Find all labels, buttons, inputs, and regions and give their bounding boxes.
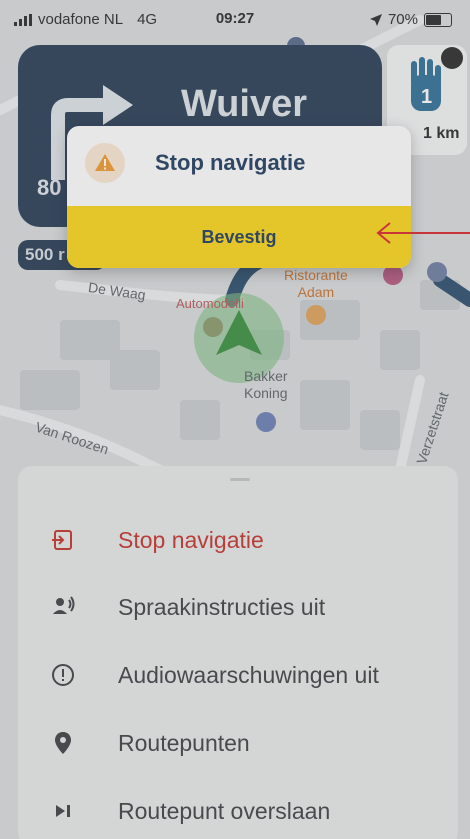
dialog-title: Stop navigatie <box>155 150 306 175</box>
screen: De Waag Automodelli Ristorante Adam Bakk… <box>0 0 470 839</box>
battery-fill <box>426 14 442 25</box>
menu-item-skip-routepoint[interactable]: Routepunt overslaan <box>18 782 458 839</box>
menu-item-label: Spraakinstructies uit <box>118 594 326 620</box>
warning-icon <box>85 143 125 183</box>
menu-item-routepoints[interactable]: Routepunten <box>18 714 458 774</box>
map-label-poi: Ristorante Adam <box>284 267 348 300</box>
menu-item-label: Audiowaarschuwingen uit <box>118 662 379 688</box>
street-name: Wuiver <box>181 83 308 125</box>
status-bar: vodafone NL 4G 09:27 70% <box>0 0 470 38</box>
menu-item-label: Routepunten <box>118 730 250 756</box>
map-label-poi: Bakker Koning <box>244 368 288 401</box>
status-right: 70% <box>369 11 452 28</box>
distance-chip-label: 500 r <box>25 245 65 264</box>
annotation-arrow-icon <box>376 222 470 244</box>
sheet-handle[interactable] <box>230 478 250 481</box>
stop-navigation-dialog: Stop navigatie Bevestig <box>67 126 411 268</box>
hand-sign-icon: 1 <box>411 57 441 111</box>
menu-item-voice-off[interactable]: Spraakinstructies uit <box>18 578 458 638</box>
map-label-poi: Automodelli <box>176 296 244 311</box>
sign-number: 1 <box>421 86 432 108</box>
exit-icon <box>52 530 72 550</box>
location-pin-icon <box>55 732 71 754</box>
turn-distance: 80 <box>37 175 62 200</box>
menu-item-audio-warnings-off[interactable]: Audiowaarschuwingen uit <box>18 646 458 706</box>
voice-icon <box>53 596 75 614</box>
location-arrow-icon <box>369 13 382 26</box>
skip-next-icon <box>56 805 70 817</box>
options-bottom-sheet: Stop navigatie Spraakinstructies uit Aud… <box>18 466 458 839</box>
close-sign-icon[interactable] <box>441 47 463 69</box>
menu-item-label: Routepunt overslaan <box>118 798 331 824</box>
battery-percent: 70% <box>387 11 418 28</box>
battery-icon <box>424 12 452 27</box>
menu-item-stop-navigation[interactable]: Stop navigatie <box>18 511 458 571</box>
menu-item-label: Stop navigatie <box>118 527 264 553</box>
sign-distance: 1 km <box>423 125 460 142</box>
alert-icon <box>52 664 74 686</box>
confirm-button[interactable]: Bevestig <box>67 206 411 268</box>
